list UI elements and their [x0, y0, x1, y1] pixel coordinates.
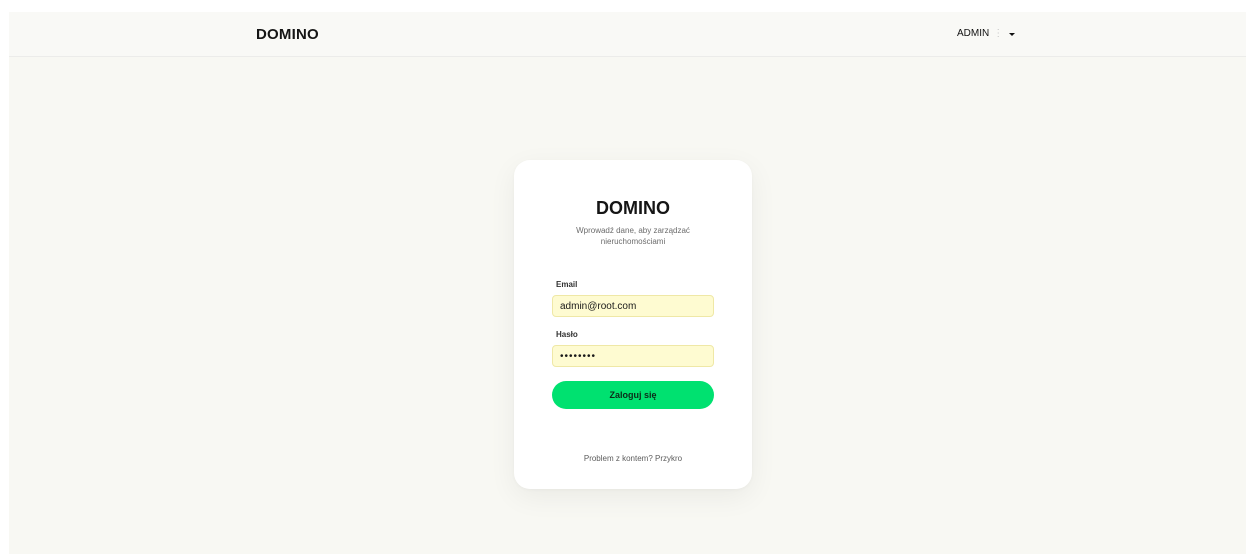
top-navigation-bar: DOMINO ADMIN ⋮ [9, 12, 1246, 57]
user-name[interactable]: ADMIN [957, 28, 989, 39]
password-field[interactable] [552, 345, 714, 367]
menu-separator-icon: ⋮ [993, 28, 1004, 39]
user-menu[interactable]: ADMIN ⋮ [957, 28, 1016, 39]
account-help-text: Problem z kontem? [583, 454, 653, 463]
login-button[interactable]: Zaloguj się [552, 381, 714, 409]
login-subtitle: Wprowadź dane, aby zarządzać nieruchomoś… [576, 226, 690, 246]
app-root: DOMINO ADMIN ⋮ DOMINO Wprowadź dane, aby… [9, 12, 1246, 554]
email-label: Email [556, 280, 578, 289]
account-help-link[interactable]: Przykro [655, 454, 682, 463]
password-label: Hasło [556, 330, 578, 339]
login-card: DOMINO Wprowadź dane, aby zarządzać nier… [514, 160, 752, 489]
login-title: DOMINO [596, 198, 670, 218]
email-field[interactable] [552, 295, 714, 317]
caret-down-icon[interactable] [1009, 32, 1016, 36]
brand-logo[interactable]: DOMINO [256, 26, 319, 43]
account-help: Problem z kontem? Przykro [514, 454, 752, 463]
